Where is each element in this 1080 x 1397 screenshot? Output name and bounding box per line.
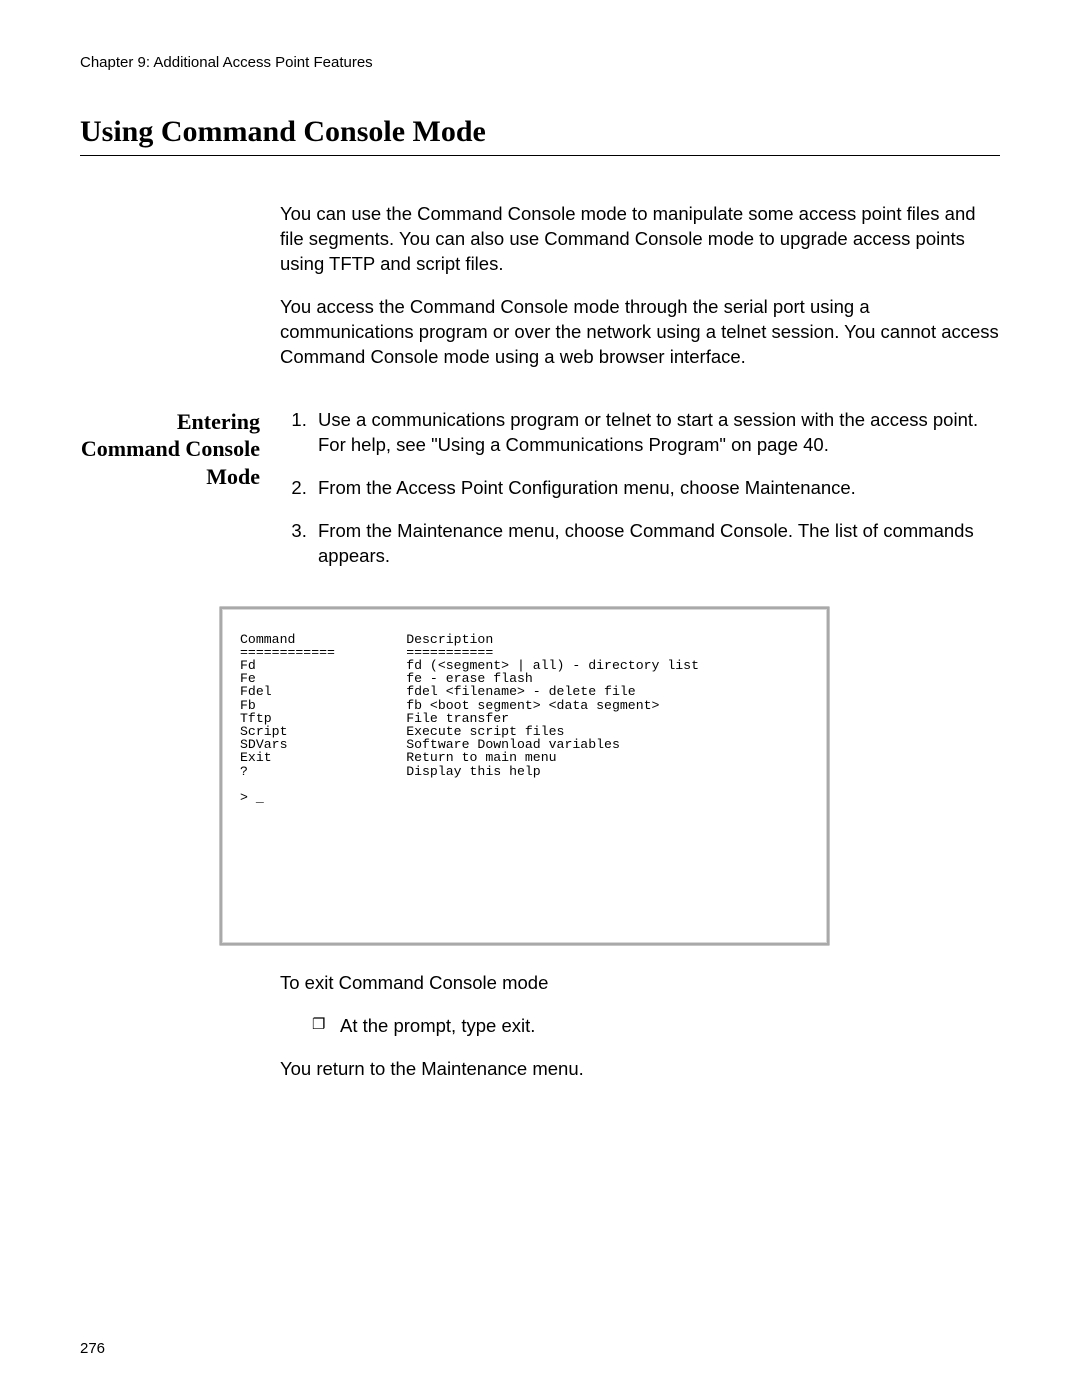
- console-wrap: Command Description ============ =======…: [220, 607, 960, 945]
- exit-bullet-list: At the prompt, type exit.: [280, 1014, 1000, 1039]
- exit-bullet-item: At the prompt, type exit.: [312, 1014, 1000, 1039]
- exit-right: To exit Command Console mode At the prom…: [280, 971, 1000, 1100]
- chapter-header: Chapter 9: Additional Access Point Featu…: [80, 54, 1000, 71]
- steps-block: Entering Command Console Mode Use a comm…: [80, 408, 1000, 587]
- intro-paragraph-2: You access the Command Console mode thro…: [280, 295, 1000, 370]
- step-2: From the Access Point Configuration menu…: [312, 476, 1000, 501]
- step-1: Use a communications program or telnet t…: [312, 408, 1000, 458]
- step-3: From the Maintenance menu, choose Comman…: [312, 519, 1000, 569]
- page-number: 276: [80, 1340, 105, 1357]
- side-heading: Entering Command Console Mode: [80, 408, 260, 491]
- steps-list: Use a communications program or telnet t…: [280, 408, 1000, 569]
- intro-paragraph-1: You can use the Command Console mode to …: [280, 202, 1000, 277]
- exit-after-text: You return to the Maintenance menu.: [280, 1057, 1000, 1082]
- page: Chapter 9: Additional Access Point Featu…: [0, 0, 1080, 1397]
- steps-right: Use a communications program or telnet t…: [280, 408, 1000, 587]
- intro-block: You can use the Command Console mode to …: [80, 202, 1000, 388]
- exit-heading: To exit Command Console mode: [280, 971, 1000, 996]
- intro-right: You can use the Command Console mode to …: [280, 202, 1000, 388]
- exit-block: To exit Command Console mode At the prom…: [80, 971, 1000, 1100]
- title-row: Using Command Console Mode: [80, 115, 1000, 156]
- page-title: Using Command Console Mode: [80, 115, 486, 148]
- side-heading-col: Entering Command Console Mode: [80, 408, 280, 491]
- command-console-output: Command Description ============ =======…: [220, 607, 829, 945]
